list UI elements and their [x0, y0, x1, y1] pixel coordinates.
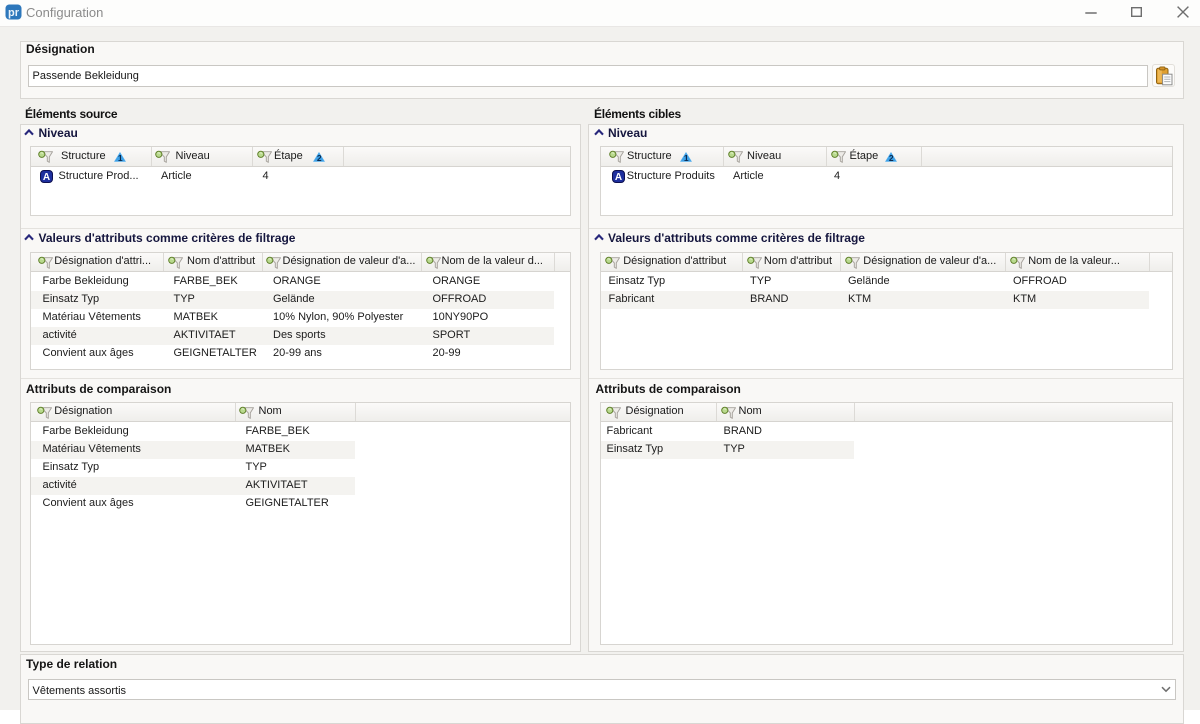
svg-text:1: 1 — [117, 153, 122, 162]
svg-text:pr: pr — [8, 7, 20, 19]
svg-text:A: A — [43, 172, 50, 183]
svg-text:2: 2 — [317, 153, 322, 162]
svg-text:2: 2 — [889, 153, 894, 162]
svg-text:1: 1 — [684, 153, 689, 162]
svg-text:A: A — [615, 172, 622, 183]
